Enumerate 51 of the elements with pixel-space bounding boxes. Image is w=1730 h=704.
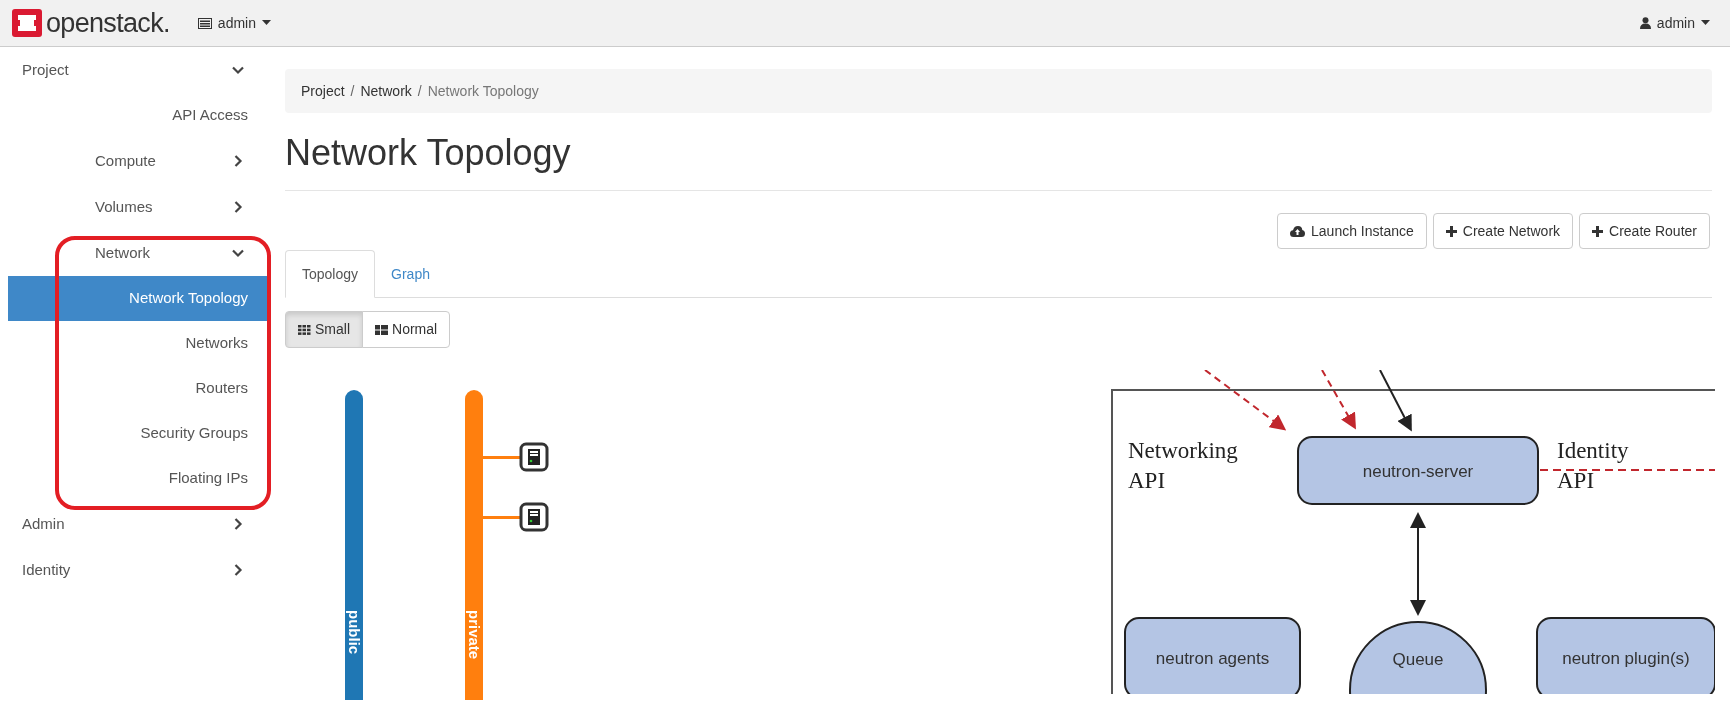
diagram-node: neutron agents: [1124, 617, 1301, 694]
sidebar-item[interactable]: Project: [8, 47, 267, 93]
dashed-arrow: [1321, 370, 1356, 430]
sidebar-item[interactable]: Compute: [8, 138, 267, 184]
view-toggle-button[interactable]: Normal: [362, 311, 451, 348]
cloud-upload-icon: [1290, 225, 1306, 237]
sidebar-item[interactable]: Admin: [8, 501, 267, 547]
project-menu[interactable]: admin: [197, 12, 271, 34]
plus-icon: [1592, 225, 1604, 237]
breadcrumb-link[interactable]: Network: [360, 80, 412, 102]
user-menu[interactable]: admin: [1639, 12, 1710, 34]
sidebar-item[interactable]: Identity: [8, 547, 267, 593]
caret-icon: [262, 20, 271, 26]
sidebar-item[interactable]: Floating IPs: [8, 456, 267, 501]
plus-icon: [1445, 225, 1457, 237]
diagram-label: Identity API: [1557, 438, 1629, 493]
breadcrumb-link[interactable]: Network Topology: [427, 80, 539, 102]
blocks-icon: [375, 324, 388, 335]
sidebar-item[interactable]: Network: [8, 230, 267, 276]
logo-icon: [12, 9, 42, 37]
diagram-node: neutron plugin(s): [1536, 617, 1715, 694]
diagram-node: neutron-server: [1297, 436, 1539, 505]
caret-icon: [1701, 20, 1710, 26]
action-button[interactable]: Launch Instance: [1277, 213, 1427, 249]
breadcrumb-separator: /: [350, 81, 355, 101]
arrow: [1379, 370, 1412, 432]
action-button[interactable]: Create Router: [1579, 213, 1710, 249]
breadcrumb-separator: /: [417, 81, 422, 101]
diagram-label: Networking API: [1128, 438, 1238, 493]
instance-node[interactable]: [483, 442, 549, 472]
logo[interactable]: openstack.: [12, 9, 170, 37]
network-bar[interactable]: [345, 390, 363, 700]
breadcrumb-link[interactable]: Project: [301, 80, 345, 102]
sidebar-item[interactable]: API Access: [8, 93, 267, 138]
instance-node[interactable]: [483, 502, 549, 532]
tab[interactable]: Graph: [375, 250, 446, 298]
page-title: Network Topology: [285, 131, 572, 175]
tab[interactable]: Topology: [285, 250, 376, 298]
network-label: public: [346, 610, 363, 655]
sidebar-item[interactable]: Security Groups: [8, 411, 267, 456]
sidebar-item[interactable]: Routers: [8, 366, 267, 411]
user-icon: [1639, 17, 1651, 29]
sidebar-item[interactable]: Volumes: [8, 184, 267, 230]
sidebar-item[interactable]: Networks: [8, 321, 267, 366]
diagram-node: Queue: [1349, 621, 1487, 694]
sidebar-item[interactable]: Network Topology: [8, 276, 267, 321]
action-button[interactable]: Create Network: [1432, 213, 1574, 249]
network-label: private: [466, 610, 483, 660]
grid-icon: [298, 324, 311, 335]
list-icon: [197, 17, 212, 29]
view-toggle-button[interactable]: Small: [285, 311, 363, 348]
